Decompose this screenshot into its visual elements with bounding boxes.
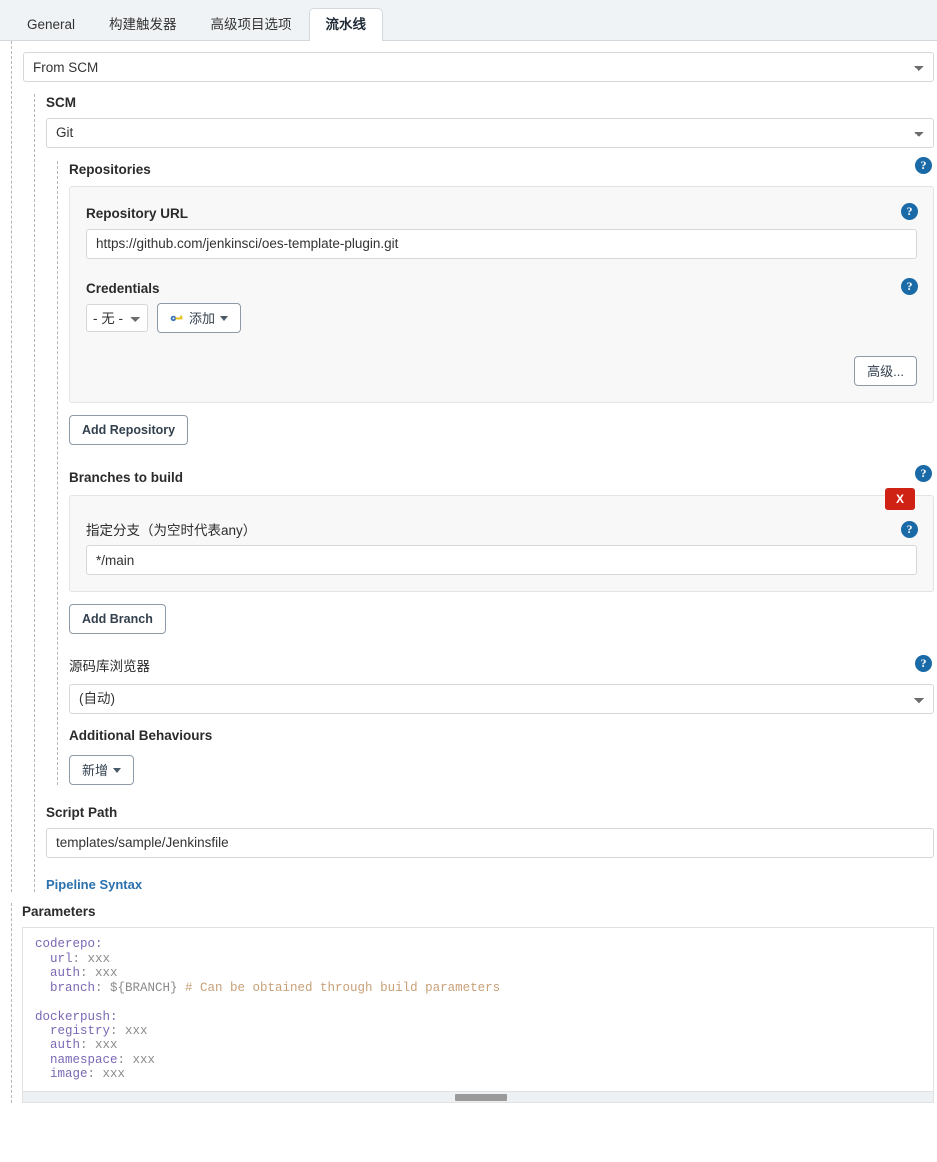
tab-pipeline[interactable]: 流水线 xyxy=(308,7,384,41)
tab-advanced-project-options[interactable]: 高级项目选项 xyxy=(194,8,309,42)
repository-url-row: Repository URL ? xyxy=(86,203,918,259)
parameters-label: Parameters xyxy=(22,903,96,919)
parameters-code-block[interactable]: coderepo: url: xxx auth: xxx branch: ${B… xyxy=(22,927,934,1104)
chevron-down-icon xyxy=(113,767,122,773)
repositories-level: Repositories ? Repository URL ? Credenti… xyxy=(57,156,934,786)
credentials-label: Credentials xyxy=(86,280,160,296)
pipeline-definition-select[interactable]: From SCM xyxy=(23,52,934,82)
branches-label: Branches to build xyxy=(69,470,184,486)
pipeline-syntax-row: Pipeline Syntax xyxy=(46,877,934,892)
config-tab-bar: General 构建触发器 高级项目选项 流水线 xyxy=(0,0,937,41)
browser-header: 源码库浏览器 ? xyxy=(69,655,934,676)
parameters-code-text: coderepo: url: xxx auth: xxx branch: ${B… xyxy=(35,937,538,1102)
add-branch-row: Add Branch xyxy=(69,604,934,635)
add-credentials-label: 添加 xyxy=(189,310,216,326)
branch-spec-row: 指定分支（为空时代表any） ? xyxy=(86,520,918,576)
scm-select[interactable]: Git xyxy=(46,117,934,148)
additional-behaviours-section: Additional Behaviours 新增 xyxy=(69,727,934,786)
add-branch-button[interactable]: Add Branch xyxy=(69,604,166,635)
chevron-down-icon xyxy=(220,315,229,321)
parameters-level: Parameters coderepo: url: xxx auth: xxx … xyxy=(11,902,937,1104)
definition-level: From SCM SCM Git Repositories ? Reposito… xyxy=(11,41,937,892)
pipeline-syntax-link[interactable]: Pipeline Syntax xyxy=(46,877,142,892)
add-repository-button[interactable]: Add Repository xyxy=(69,415,189,446)
tab-build-triggers[interactable]: 构建触发器 xyxy=(92,8,194,42)
branch-entry-block: X 指定分支（为空时代表any） ? xyxy=(69,487,934,593)
branch-spec-label: 指定分支（为空时代表any） xyxy=(86,522,257,538)
scm-level: SCM Git Repositories ? Repository URL ? xyxy=(34,94,934,892)
pipeline-config-panel: From SCM SCM Git Repositories ? Reposito… xyxy=(0,41,937,1162)
add-behaviour-button[interactable]: 新增 xyxy=(69,755,135,786)
repositories-help-icon[interactable]: ? xyxy=(915,156,932,174)
branch-spec-input[interactable] xyxy=(86,545,917,576)
browser-label: 源码库浏览器 xyxy=(69,659,150,675)
repository-url-help-icon[interactable]: ? xyxy=(901,203,918,221)
branch-spec-help-icon[interactable]: ? xyxy=(901,520,918,538)
add-repository-row: Add Repository xyxy=(69,415,934,446)
delete-branch-button[interactable]: X xyxy=(885,487,915,510)
credentials-help-icon[interactable]: ? xyxy=(901,277,918,295)
advanced-button[interactable]: 高级... xyxy=(854,356,917,387)
script-path-section: Script Path xyxy=(46,804,934,858)
tab-general[interactable]: General xyxy=(10,8,92,42)
repository-url-label: Repository URL xyxy=(86,206,189,222)
credentials-select[interactable]: - 无 - xyxy=(86,304,148,333)
repositories-header: Repositories ? xyxy=(69,156,934,179)
script-path-label: Script Path xyxy=(46,805,118,821)
key-icon xyxy=(170,312,184,324)
advanced-button-row: 高级... xyxy=(86,356,917,387)
scm-label: SCM xyxy=(46,95,76,110)
code-horizontal-scrollbar[interactable] xyxy=(23,1091,933,1103)
scrollbar-thumb[interactable] xyxy=(455,1094,508,1102)
script-path-input[interactable] xyxy=(46,827,934,858)
branches-header: Branches to build ? xyxy=(69,465,934,487)
add-credentials-button[interactable]: 添加 xyxy=(157,303,242,334)
repository-browser-select[interactable]: (自动) xyxy=(69,683,934,714)
add-behaviour-label: 新增 xyxy=(82,762,109,778)
additional-behaviours-label: Additional Behaviours xyxy=(69,727,213,743)
repository-url-input[interactable] xyxy=(86,228,917,259)
credentials-row: Credentials ? - 无 - 添加 xyxy=(86,277,918,334)
repositories-label: Repositories xyxy=(69,161,151,177)
repository-entry-block: Repository URL ? Credentials ? - 无 - xyxy=(69,186,934,404)
